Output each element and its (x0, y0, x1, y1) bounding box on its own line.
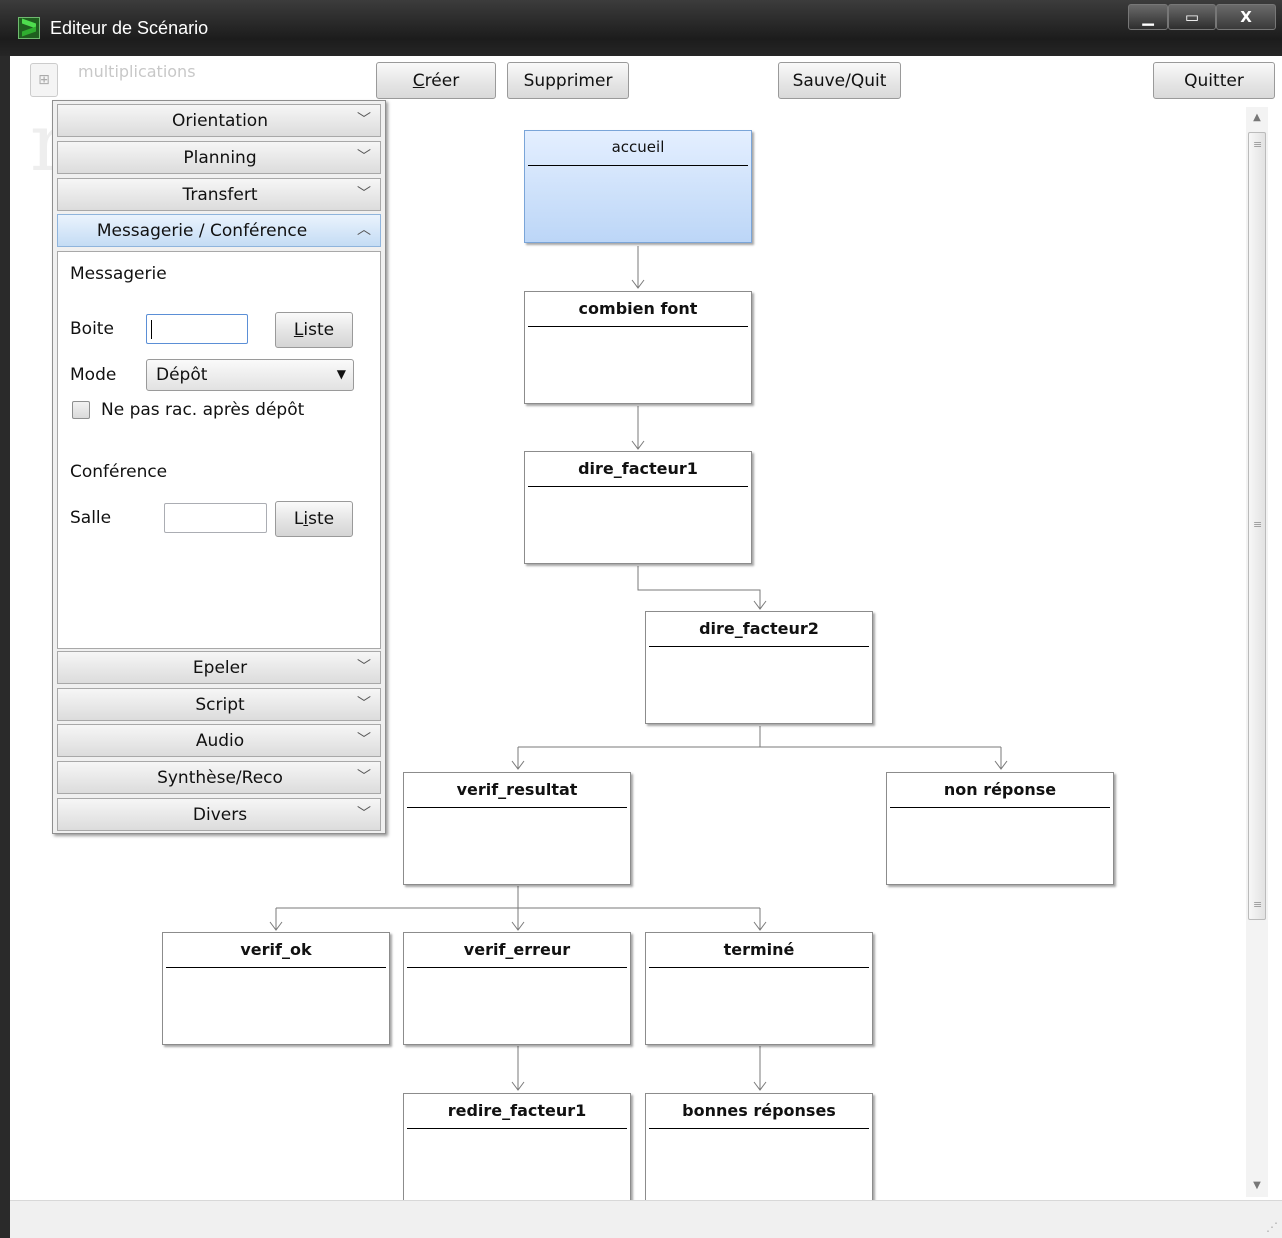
grip-icon: ≡ (1253, 138, 1263, 151)
boite-label: Boite (70, 319, 114, 339)
chevron-down-icon: ﹀ (357, 732, 371, 748)
section-label: Divers (192, 805, 248, 825)
node-label: verif_ok (166, 940, 386, 968)
list-label-l: L (293, 509, 304, 529)
section-label: Synthèse/Reco (157, 768, 283, 788)
section-label: Script (195, 695, 245, 715)
app-icon (18, 17, 40, 39)
node-label: accueil (528, 138, 748, 166)
chevron-down-icon: ﹀ (357, 769, 371, 785)
node-label: non réponse (890, 780, 1110, 808)
chevron-down-icon: ﹀ (357, 806, 371, 822)
quit-button[interactable]: Quitter (1153, 62, 1275, 99)
text-caret (151, 320, 152, 339)
messagerie-heading: Messagerie (70, 264, 167, 284)
maximize-button[interactable]: ▭ (1168, 4, 1216, 30)
salle-label: Salle (70, 508, 112, 528)
no-hangup-label: Ne pas rac. après dépôt (101, 400, 305, 420)
section-planning[interactable]: Planning ﹀ (57, 141, 381, 174)
section-audio[interactable]: Audio ﹀ (57, 724, 381, 757)
node-label: verif_erreur (407, 940, 627, 968)
section-label: Transfert (182, 185, 258, 205)
node-label: combien font (528, 299, 748, 327)
node-verif-erreur[interactable]: verif_erreur (403, 932, 631, 1045)
create-label: réer (424, 70, 460, 91)
messagerie-section-body: Messagerie Boite Liste Mode Dépôt ▼ Ne pa… (57, 251, 381, 649)
conference-heading: Conférence (70, 462, 168, 482)
scenario-name: multiplications (78, 62, 196, 81)
list-label: ste (308, 509, 335, 529)
save-quit-button[interactable]: Sauve/Quit (778, 62, 901, 99)
chevron-down-icon: ﹀ (357, 112, 371, 128)
section-synthese-reco[interactable]: Synthèse/Reco ﹀ (57, 761, 381, 794)
client-area: r accueil combien font dire_facteur1 dir… (10, 56, 1282, 1238)
node-accueil[interactable]: accueil (524, 130, 752, 243)
node-label: redire_facteur1 (407, 1101, 627, 1129)
section-label: Messagerie / Conférence (96, 221, 308, 241)
list-label: iste (303, 320, 335, 340)
chevron-up-icon: ︿ (357, 222, 371, 238)
minimize-button[interactable]: ▁ (1128, 4, 1168, 30)
vertical-scrollbar[interactable]: ▲ ≡ ≡ ≡ ▼ (1246, 107, 1268, 1197)
section-transfert[interactable]: Transfert ﹀ (57, 178, 381, 211)
chevron-down-icon: ﹀ (357, 696, 371, 712)
resize-grip-icon[interactable]: ⋰ (1266, 1220, 1278, 1234)
node-dire-facteur2[interactable]: dire_facteur2 (645, 611, 873, 724)
scroll-up-arrow-icon[interactable]: ▲ (1246, 107, 1268, 129)
node-combien-font[interactable]: combien font (524, 291, 752, 404)
section-label: Planning (183, 148, 257, 168)
title-bar: Editeur de Scénario ▁ ▭ X (0, 0, 1282, 56)
node-label: verif_resultat (407, 780, 627, 808)
salle-list-button[interactable]: Li ste (275, 501, 353, 537)
node-verif-resultat[interactable]: verif_resultat (403, 772, 631, 885)
section-label: Epeler (192, 658, 248, 678)
node-label: terminé (649, 940, 869, 968)
list-accel: L (293, 320, 304, 340)
node-label: dire_facteur1 (528, 459, 748, 487)
node-label: dire_facteur2 (649, 619, 869, 647)
section-script[interactable]: Script ﹀ (57, 688, 381, 721)
node-termine[interactable]: terminé (645, 932, 873, 1045)
create-button[interactable]: Créer (376, 62, 496, 99)
mode-label: Mode (70, 365, 117, 385)
section-label: Audio (195, 731, 245, 751)
node-verif-ok[interactable]: verif_ok (162, 932, 390, 1045)
properties-panel: Orientation ﹀ Planning ﹀ Transfert ﹀ Messag… (52, 100, 386, 834)
grip-icon: ≡ (1253, 518, 1263, 531)
scrollbar-thumb[interactable]: ≡ ≡ ≡ (1248, 132, 1266, 920)
section-messagerie-conference[interactable]: Messagerie / Conférence ︿ (57, 214, 381, 247)
scroll-down-arrow-icon[interactable]: ▼ (1246, 1175, 1268, 1197)
create-accel: C (412, 70, 425, 91)
boite-input[interactable] (146, 314, 248, 344)
mode-value: Dépôt (156, 365, 208, 385)
section-epeler[interactable]: Epeler ﹀ (57, 651, 381, 684)
section-orientation[interactable]: Orientation ﹀ (57, 104, 381, 137)
mode-select[interactable]: Dépôt ▼ (146, 359, 354, 391)
grip-icon: ≡ (1253, 898, 1263, 911)
window-title: Editeur de Scénario (50, 18, 209, 38)
chevron-down-icon: ﹀ (357, 659, 371, 675)
dropdown-arrow-icon: ▼ (336, 367, 346, 381)
section-label: Orientation (172, 111, 268, 131)
boite-list-button[interactable]: Liste (275, 312, 353, 348)
section-divers[interactable]: Divers ﹀ (57, 798, 381, 831)
status-bar: ⋰ (10, 1200, 1282, 1238)
salle-input[interactable] (164, 503, 267, 533)
close-button[interactable]: X (1216, 4, 1276, 30)
chevron-down-icon: ﹀ (357, 149, 371, 165)
scenario-grid-icon[interactable]: ⊞ (30, 63, 58, 97)
chevron-down-icon: ﹀ (357, 186, 371, 202)
node-non-reponse[interactable]: non réponse (886, 772, 1114, 885)
node-label: bonnes réponses (649, 1101, 869, 1129)
node-dire-facteur1[interactable]: dire_facteur1 (524, 451, 752, 564)
delete-button[interactable]: Supprimer (507, 62, 629, 99)
no-hangup-checkbox[interactable] (72, 401, 90, 419)
